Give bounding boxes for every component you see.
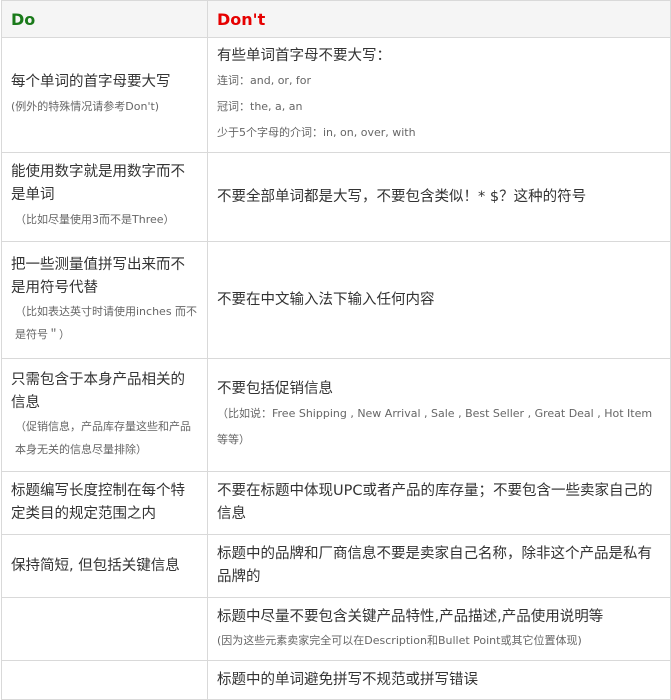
do-cell: 每个单词的首字母要大写 (例外的特殊情况请参考Don't) [1, 37, 208, 153]
do-text: 只需包含于本身产品相关的信息 [11, 372, 185, 411]
do-cell [1, 660, 208, 700]
table-row: 标题中尽量不要包含关键产品特性,产品描述,产品使用说明等 (因为这些元素卖家完全… [1, 597, 671, 661]
dont-text: 标题中的单词避免拼写不规范或拼写错误 [217, 671, 478, 688]
table-row: 能使用数字就是用数字而不是单词 （比如尽量使用3而不是Three） 不要全部单词… [1, 152, 671, 242]
table-row: 保持简短, 但包括关键信息 标题中的品牌和厂商信息不要是卖家自己名称，除非这个产… [1, 534, 671, 598]
do-note: （促销信息，产品库存量这些和产品本身无关的信息尽量排除） [15, 420, 191, 456]
do-cell: 只需包含于本身产品相关的信息 （促销信息，产品库存量这些和产品本身无关的信息尽量… [1, 358, 208, 472]
dont-cell: 标题中的单词避免拼写不规范或拼写错误 [207, 660, 671, 700]
dont-text: 不要全部单词都是大写，不要包含类似！* $？这种的符号 [217, 188, 587, 205]
do-text: 标题编写长度控制在每个特定类目的规定范围之内 [11, 483, 185, 522]
do-text: 把一些测量值拼写出来而不是用符号代替 [11, 257, 185, 296]
do-text: 保持简短, 但包括关键信息 [11, 557, 180, 574]
do-dont-table: Do Don't 每个单词的首字母要大写 (例外的特殊情况请参考Don't) 有… [1, 0, 671, 700]
dont-header: Don't [207, 0, 671, 38]
dont-text: 标题中尽量不要包含关键产品特性,产品描述,产品使用说明等 [217, 609, 604, 625]
do-cell [1, 597, 208, 661]
dont-text: 不要在标题中体现UPC或者产品的库存量；不要包含一些卖家自己的信息 [217, 483, 653, 522]
dont-note: （比如说：Free Shipping , New Arrival , Sale … [217, 406, 653, 446]
do-text: 每个单词的首字母要大写 [11, 73, 171, 90]
do-header: Do [1, 0, 208, 38]
dont-note: 连词：and, or, for [217, 73, 312, 87]
dont-text: 标题中的品牌和厂商信息不要是卖家自己名称，除非这个产品是私有品牌的 [217, 546, 652, 585]
do-cell: 保持简短, 但包括关键信息 [1, 534, 208, 598]
dont-cell: 标题中的品牌和厂商信息不要是卖家自己名称，除非这个产品是私有品牌的 [207, 534, 671, 598]
do-text: 能使用数字就是用数字而不是单词 [11, 164, 185, 203]
table-row: 只需包含于本身产品相关的信息 （促销信息，产品库存量这些和产品本身无关的信息尽量… [1, 358, 671, 472]
dont-text: 不要在中文输入法下输入任何内容 [217, 291, 435, 308]
header-row: Do Don't [1, 0, 671, 38]
dont-text: 不要包括促销信息 [217, 380, 333, 397]
table-row: 标题中的单词避免拼写不规范或拼写错误 [1, 660, 671, 700]
do-cell: 能使用数字就是用数字而不是单词 （比如尽量使用3而不是Three） [1, 152, 208, 242]
dont-cell: 不要在中文输入法下输入任何内容 [207, 241, 671, 359]
table-row: 每个单词的首字母要大写 (例外的特殊情况请参考Don't) 有些单词首字母不要大… [1, 37, 671, 153]
dont-cell: 不要包括促销信息 （比如说：Free Shipping , New Arriva… [207, 358, 671, 472]
dont-cell: 不要在标题中体现UPC或者产品的库存量；不要包含一些卖家自己的信息 [207, 471, 671, 535]
dont-note: (因为这些元素卖家完全可以在Description和Bullet Point或其… [217, 634, 582, 647]
table-row: 把一些测量值拼写出来而不是用符号代替 （比如表达英寸时请使用inches 而不是… [1, 241, 671, 359]
do-cell: 把一些测量值拼写出来而不是用符号代替 （比如表达英寸时请使用inches 而不是… [1, 241, 208, 359]
do-note: （比如尽量使用3而不是Three） [15, 213, 175, 226]
do-note: （比如表达英寸时请使用inches 而不是符号＂） [15, 305, 198, 341]
dont-cell: 有些单词首字母不要大写： 连词：and, or, for 冠词：the, a, … [207, 37, 671, 153]
dont-text: 有些单词首字母不要大写： [217, 47, 391, 64]
dont-cell: 不要全部单词都是大写，不要包含类似！* $？这种的符号 [207, 152, 671, 242]
dont-note: 冠词：the, a, an [217, 99, 303, 113]
dont-cell: 标题中尽量不要包含关键产品特性,产品描述,产品使用说明等 (因为这些元素卖家完全… [207, 597, 671, 661]
dont-note: 少于5个字母的介词：in, on, over, with [217, 125, 416, 139]
do-cell: 标题编写长度控制在每个特定类目的规定范围之内 [1, 471, 208, 535]
table-row: 标题编写长度控制在每个特定类目的规定范围之内 不要在标题中体现UPC或者产品的库… [1, 471, 671, 535]
do-note: (例外的特殊情况请参考Don't) [11, 99, 160, 113]
